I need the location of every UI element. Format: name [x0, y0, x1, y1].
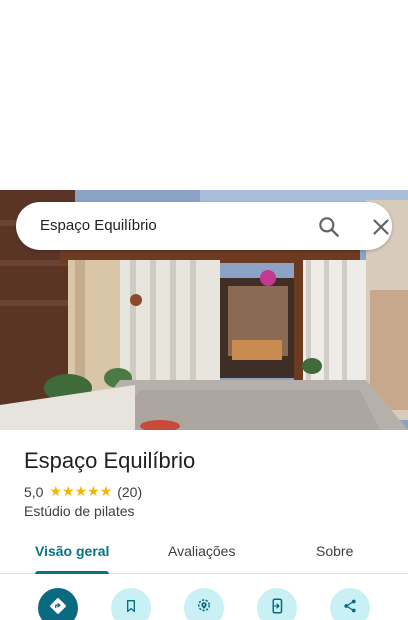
save-button[interactable] [111, 588, 151, 620]
bookmark-icon [123, 598, 139, 619]
share-icon [341, 597, 359, 620]
search-icon[interactable] [316, 214, 342, 240]
send-to-phone-icon [268, 597, 286, 620]
directions-button[interactable] [38, 588, 78, 620]
nearby-button[interactable] [184, 588, 224, 620]
map-area[interactable] [0, 0, 408, 190]
place-title: Espaço Equilíbrio [24, 448, 196, 473]
rating-stars: ★★★★★ [49, 483, 113, 499]
send-to-phone-button[interactable] [257, 588, 297, 620]
action-buttons [0, 588, 408, 620]
rating-value: 5,0 [24, 483, 44, 500]
search-query-text[interactable]: Espaço Equilíbrio [40, 217, 157, 234]
close-icon[interactable] [368, 214, 394, 240]
tab-reviews[interactable]: Avaliações [168, 543, 235, 559]
share-button[interactable] [330, 588, 370, 620]
directions-icon [49, 597, 67, 620]
place-category[interactable]: Estúdio de pilates [24, 503, 135, 519]
review-count[interactable]: (20) [117, 484, 142, 500]
rating-row[interactable]: 5,0 ★★★★★ (20) [24, 483, 142, 500]
tab-about[interactable]: Sobre [316, 543, 353, 559]
search-bar[interactable]: Espaço Equilíbrio [16, 202, 392, 250]
tab-overview[interactable]: Visão geral [35, 543, 109, 559]
active-tab-indicator [35, 571, 109, 574]
nearby-icon [195, 597, 213, 620]
tab-bar: Visão geral Avaliações Sobre [0, 532, 408, 574]
